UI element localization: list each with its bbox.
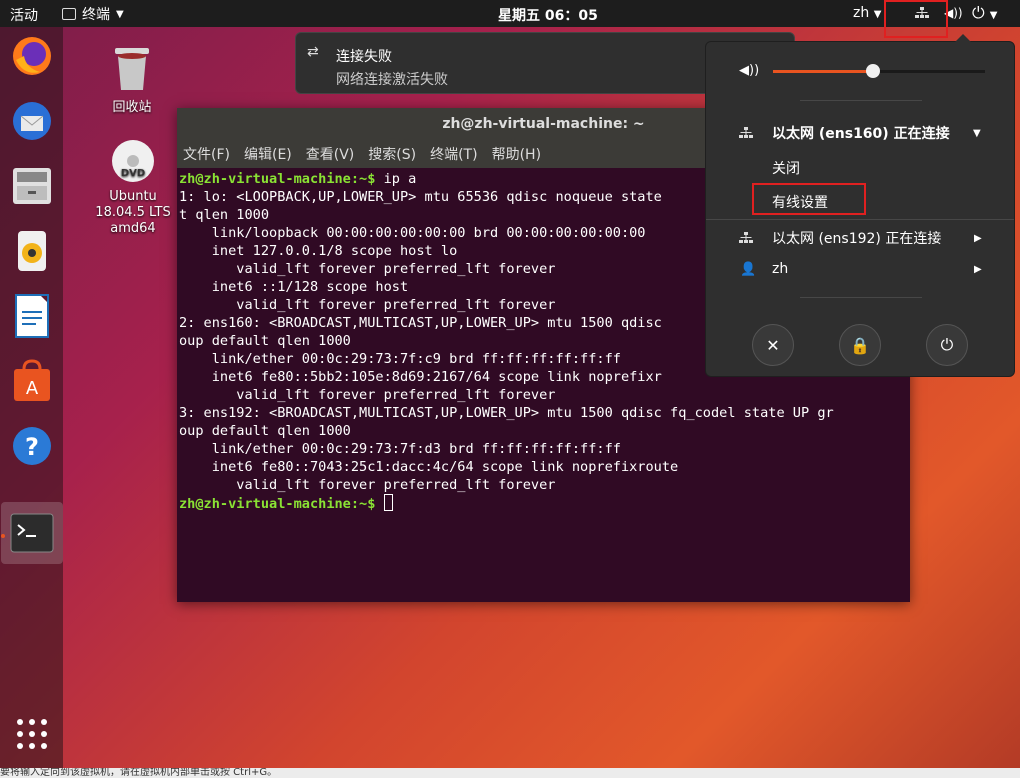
lang-label: zh <box>853 5 870 21</box>
input-language-indicator[interactable]: zh ▼ <box>853 5 881 21</box>
thunderbird-icon[interactable] <box>8 97 56 145</box>
output-line: inet6 fe80::7043:25c1:dacc:4c/64 scope l… <box>179 459 679 475</box>
menu-edit[interactable]: 编辑(E) <box>244 144 292 164</box>
rhythmbox-icon[interactable] <box>8 227 56 275</box>
notification-body: 网络连接激活失败 <box>336 72 448 88</box>
power-icon[interactable]: ⏻ ▼ <box>972 3 997 23</box>
app-menu-label: 终端 <box>82 7 110 23</box>
trash-icon <box>115 48 149 90</box>
desktop-dvd[interactable]: DVD Ubuntu 18.04.5 LTS amd64 <box>94 138 172 237</box>
firefox-icon[interactable] <box>8 32 56 80</box>
top-bar: 活动 终端 ▼ 星期五 06：05 zh ▼ ◀)) ⏻ ▼ <box>0 0 1020 27</box>
volume-slider-knob[interactable] <box>865 64 880 78</box>
output-line: valid_lft forever preferred_lft forever <box>179 477 556 493</box>
user-icon: 👤 <box>740 261 757 277</box>
power-icon: ⏻ <box>940 335 954 354</box>
output-line: valid_lft forever preferred_lft forever <box>179 387 556 403</box>
settings-button[interactable]: ✕ <box>752 324 794 366</box>
app-menu[interactable]: 终端 ▼ <box>62 4 124 24</box>
libreoffice-writer-icon[interactable] <box>8 292 56 340</box>
separator <box>800 297 922 298</box>
chevron-down-icon: ▼ <box>873 9 882 20</box>
settings-tools-icon: ✕ <box>766 335 780 355</box>
output-line: oup default qlen 1000 <box>179 423 351 439</box>
final-command-line: zh@zh-virtual-machine:~$ <box>179 494 908 513</box>
chevron-down-icon: ▼ <box>116 8 124 20</box>
clock[interactable]: 星期五 06：05 <box>498 5 598 25</box>
files-icon[interactable] <box>8 162 56 210</box>
desktop-trash[interactable]: 回收站 <box>100 44 164 115</box>
chevron-down-icon: ▼ <box>973 127 981 139</box>
svg-text:?: ? <box>25 433 39 461</box>
ethernet-ens192-item[interactable]: 以太网 (ens192) 正在连接 ▶ <box>706 222 1016 254</box>
menu-help[interactable]: 帮助(H) <box>492 144 541 164</box>
terminal-small-icon <box>62 8 76 20</box>
help-icon[interactable]: ? <box>8 422 56 470</box>
menu-search[interactable]: 搜索(S) <box>368 144 416 164</box>
menu-terminal[interactable]: 终端(T) <box>430 144 477 164</box>
dvd-label-1: Ubuntu <box>109 189 157 204</box>
vm-status-text: 要将输入定向到该虚拟机，请在虚拟机内部单击或按 Ctrl+G。 <box>0 768 278 778</box>
menu-view[interactable]: 查看(V) <box>306 144 355 164</box>
notification-title: 连接失败 <box>336 49 392 65</box>
lock-button[interactable]: 🔒 <box>839 324 881 366</box>
separator <box>800 100 922 101</box>
menu-file[interactable]: 文件(F) <box>183 144 230 164</box>
volume-icon: ◀)) <box>739 63 760 78</box>
text-cursor <box>383 494 393 511</box>
svg-text:DVD: DVD <box>121 168 145 179</box>
highlight-box-network <box>884 0 948 38</box>
chevron-right-icon: ▶ <box>974 232 982 244</box>
lock-icon: 🔒 <box>850 335 870 355</box>
activities-button[interactable]: 活动 <box>10 5 38 25</box>
network-wired-icon <box>739 127 753 138</box>
highlight-box-wired-settings <box>752 183 866 215</box>
terminal-icon[interactable] <box>8 509 56 557</box>
separator <box>706 219 1014 220</box>
network-wired-icon <box>739 232 753 243</box>
chevron-right-icon: ▶ <box>974 263 982 275</box>
trash-label: 回收站 <box>112 100 152 115</box>
ethernet-ens160-item[interactable]: 以太网 (ens160) 正在连接 ▼ <box>706 117 1016 149</box>
output-line: 3: ens192: <BROADCAST,MULTICAST,UP,LOWER… <box>179 405 834 421</box>
menu-caret <box>955 34 971 42</box>
ethernet-ens192-label: 以太网 (ens192) 正在连接 <box>772 231 942 247</box>
volume-slider[interactable] <box>773 64 985 78</box>
dvd-label-2: 18.04.5 LTS <box>95 205 171 220</box>
system-menu: ◀)) 以太网 (ens160) 正在连接 ▼ 关闭 有线设置 以太网 (ens… <box>705 34 1016 377</box>
ethernet-ens160-label: 以太网 (ens160) 正在连接 <box>772 126 950 142</box>
ethernet-off-label: 关闭 <box>772 161 800 177</box>
user-label: zh <box>772 261 789 277</box>
user-item[interactable]: 👤 zh ▶ <box>706 253 1016 285</box>
prompt: zh@zh-virtual-machine:~$ <box>179 496 376 512</box>
running-indicator <box>1 534 5 538</box>
dock: A ? <box>0 27 63 778</box>
show-applications-icon[interactable] <box>8 710 56 758</box>
network-error-icon: ⇄ <box>307 44 319 60</box>
svg-text:A: A <box>26 378 39 399</box>
output-line: link/ether 00:0c:29:73:7f:d3 brd ff:ff:f… <box>179 441 621 457</box>
dvd-label-3: amd64 <box>110 221 156 236</box>
software-center-icon[interactable]: A <box>8 357 56 405</box>
dvd-icon: DVD <box>112 140 154 182</box>
power-off-button[interactable]: ⏻ <box>926 324 968 366</box>
ethernet-off-item[interactable]: 关闭 <box>706 152 1016 184</box>
prompt: zh@zh-virtual-machine:~$ <box>179 171 376 187</box>
volume-slider-fill <box>773 70 873 73</box>
command: ip a <box>375 171 417 187</box>
vm-status-bar: 要将输入定向到该虚拟机，请在虚拟机内部单击或按 Ctrl+G。 <box>0 768 1020 778</box>
